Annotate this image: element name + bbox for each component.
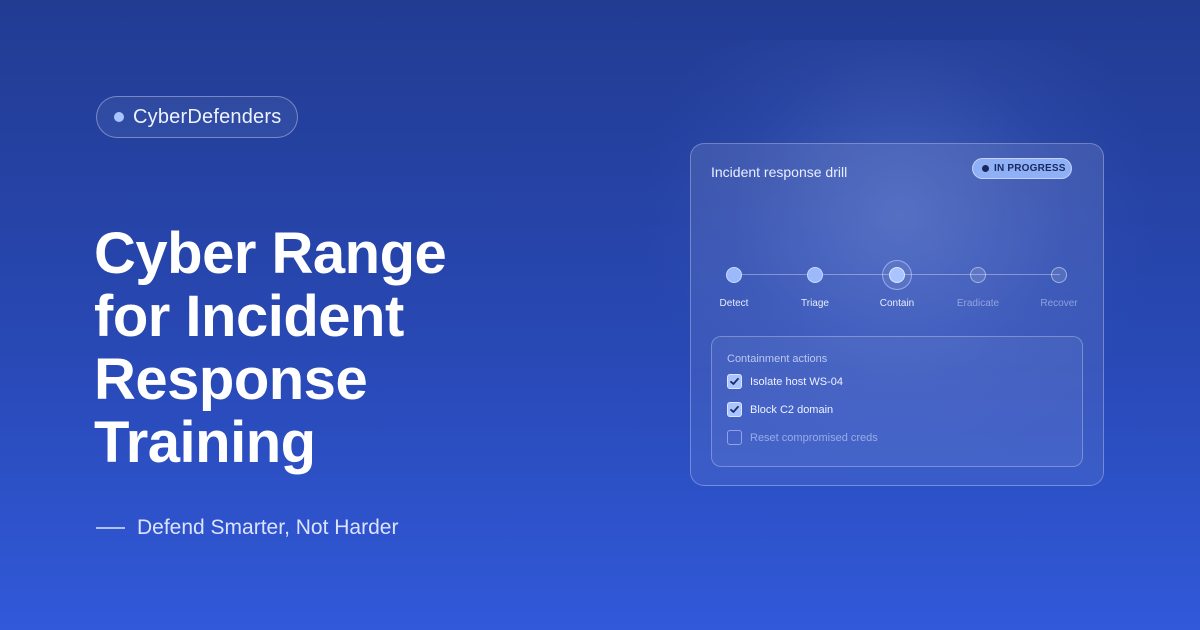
incident-drill-card: Incident response drill IN PROGRESS Dete… xyxy=(690,143,1104,486)
step-node-icon xyxy=(1051,267,1067,283)
step-eradicate[interactable]: Eradicate xyxy=(938,254,1018,314)
tagline-text: Defend Smarter, Not Harder xyxy=(137,516,399,539)
containment-actions-panel: Containment actions Isolate host WS-04 B… xyxy=(711,336,1083,467)
step-label: Contain xyxy=(879,298,915,309)
checkbox-checked[interactable] xyxy=(727,402,742,417)
step-detect[interactable]: Detect xyxy=(694,254,774,314)
action-label: Reset compromised creds xyxy=(750,431,878,444)
tagline-dash-icon xyxy=(96,527,125,529)
brand-pill: CyberDefenders xyxy=(96,96,298,138)
action-item-block-c2[interactable]: Block C2 domain xyxy=(727,402,833,417)
checkmark-icon xyxy=(730,405,739,413)
headline: Cyber Range for Incident Response Traini… xyxy=(94,222,574,474)
step-label: Detect xyxy=(719,298,749,309)
actions-title: Containment actions xyxy=(727,353,828,365)
action-label: Block C2 domain xyxy=(750,403,834,416)
headline-line: for Incident xyxy=(94,284,404,349)
step-triage[interactable]: Triage xyxy=(775,254,855,314)
checkbox-unchecked[interactable] xyxy=(727,430,742,445)
checkbox-checked[interactable] xyxy=(727,374,742,389)
action-label: Isolate host WS-04 xyxy=(750,375,843,388)
action-item-isolate-host[interactable]: Isolate host WS-04 xyxy=(727,374,843,389)
step-label: Eradicate xyxy=(956,298,1000,309)
brand-dot-icon xyxy=(114,112,124,122)
headline-line: Response xyxy=(94,347,368,412)
headline-line: Training xyxy=(94,410,316,475)
step-node-icon xyxy=(889,267,905,283)
step-label: Triage xyxy=(801,298,829,309)
step-label: Recover xyxy=(1040,298,1078,309)
step-recover[interactable]: Recover xyxy=(1019,254,1099,314)
step-node-icon xyxy=(726,267,742,283)
progress-stepper: Detect Triage Contain Eradicate Recover xyxy=(691,144,1103,324)
brand-name: CyberDefenders xyxy=(133,105,282,128)
checkmark-icon xyxy=(730,377,739,385)
tagline: Defend Smarter, Not Harder xyxy=(96,516,398,540)
action-item-reset-creds[interactable]: Reset compromised creds xyxy=(727,430,878,445)
headline-line: Cyber Range xyxy=(94,221,447,286)
step-node-icon xyxy=(807,267,823,283)
step-node-icon xyxy=(970,267,986,283)
step-contain[interactable]: Contain xyxy=(857,254,937,314)
